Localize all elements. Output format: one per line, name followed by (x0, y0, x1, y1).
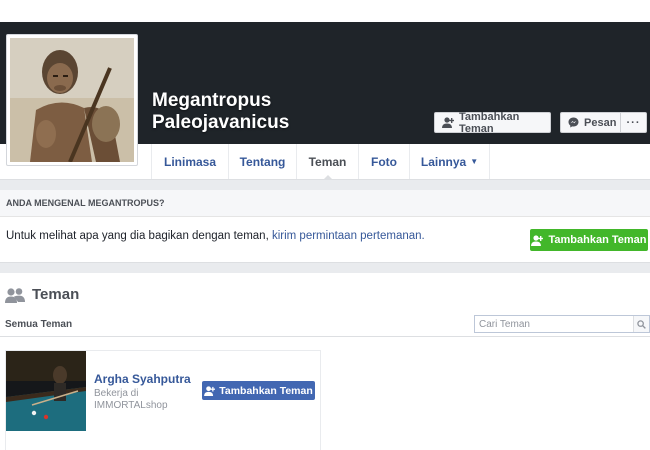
search-icon[interactable] (633, 316, 649, 332)
know-prompt-message: Untuk melihat apa yang dia bagikan denga… (6, 230, 269, 242)
add-friend-icon (204, 385, 216, 396)
friend-card: Argha Syahputra Bekerja di IMMORTALshop … (5, 350, 321, 450)
add-friend-icon (531, 234, 544, 246)
tab-label: Linimasa (163, 154, 217, 169)
profile-name-line1: Megantropus (152, 90, 272, 111)
profile-name-line2: Paleojavanicus (152, 112, 290, 133)
tab-linimasa[interactable]: Linimasa (151, 144, 228, 179)
friend-work-line: Bekerja di (94, 388, 139, 399)
friends-heading: Teman (5, 286, 79, 303)
know-prompt-header: ANDA MENGENAL MEGANTROPUS? (0, 190, 650, 217)
profile-name[interactable]: Megantropus Paleojavanicus (152, 90, 289, 134)
friends-icon (5, 287, 25, 303)
section-spacer (0, 180, 650, 190)
friend-work-info: Bekerja di IMMORTALshop (94, 388, 184, 412)
add-friend-blue-button[interactable]: Tambahkan Teman (202, 381, 315, 400)
friend-work-line: IMMORTALshop (94, 400, 168, 411)
friends-title: Teman (32, 286, 80, 303)
friends-section: Teman Semua Teman Argha Syahputra Bek (0, 273, 650, 450)
all-friends-tab[interactable]: Semua Teman (5, 319, 72, 330)
know-prompt-text: Untuk melihat apa yang dia bagikan denga… (6, 230, 425, 242)
message-label: Pesan (584, 116, 617, 129)
add-friend-icon (442, 117, 454, 128)
section-spacer (0, 263, 650, 273)
messenger-icon (568, 117, 579, 128)
friend-name[interactable]: Argha Syahputra (94, 372, 191, 386)
tab-label: Lainnya (420, 154, 467, 169)
friend-photo[interactable] (6, 351, 86, 431)
add-friend-label: Tambahkan Teman (459, 110, 520, 135)
caret-down-icon: ▼ (470, 157, 479, 166)
more-options-button[interactable]: ··· (620, 112, 647, 133)
tab-label: Tentang (239, 154, 286, 169)
add-friend-button[interactable]: Tambahkan Teman (434, 110, 551, 135)
more-dots-icon: ··· (626, 116, 641, 129)
friend-search-box (474, 315, 650, 333)
message-button[interactable]: Pesan (560, 112, 620, 133)
tab-teman[interactable]: Teman (296, 144, 358, 180)
tab-tentang[interactable]: Tentang (228, 144, 296, 179)
profile-picture[interactable] (6, 34, 138, 166)
friend-search-input[interactable] (475, 316, 633, 332)
tab-lainnya[interactable]: Lainnya ▼ (409, 144, 490, 179)
divider (0, 336, 650, 337)
add-friend-label: Tambahkan Teman (548, 234, 647, 246)
add-friend-label: Tambahkan Teman (219, 384, 313, 397)
add-friend-green-button[interactable]: Tambahkan Teman (530, 229, 648, 251)
tab-foto[interactable]: Foto (358, 144, 409, 179)
tab-label: Teman (308, 154, 347, 169)
send-friend-request-link[interactable]: kirim permintaan pertemanan. (272, 230, 425, 242)
profile-image (10, 38, 134, 162)
tab-label: Foto (371, 154, 397, 169)
know-prompt-body: Untuk melihat apa yang dia bagikan denga… (0, 217, 650, 263)
